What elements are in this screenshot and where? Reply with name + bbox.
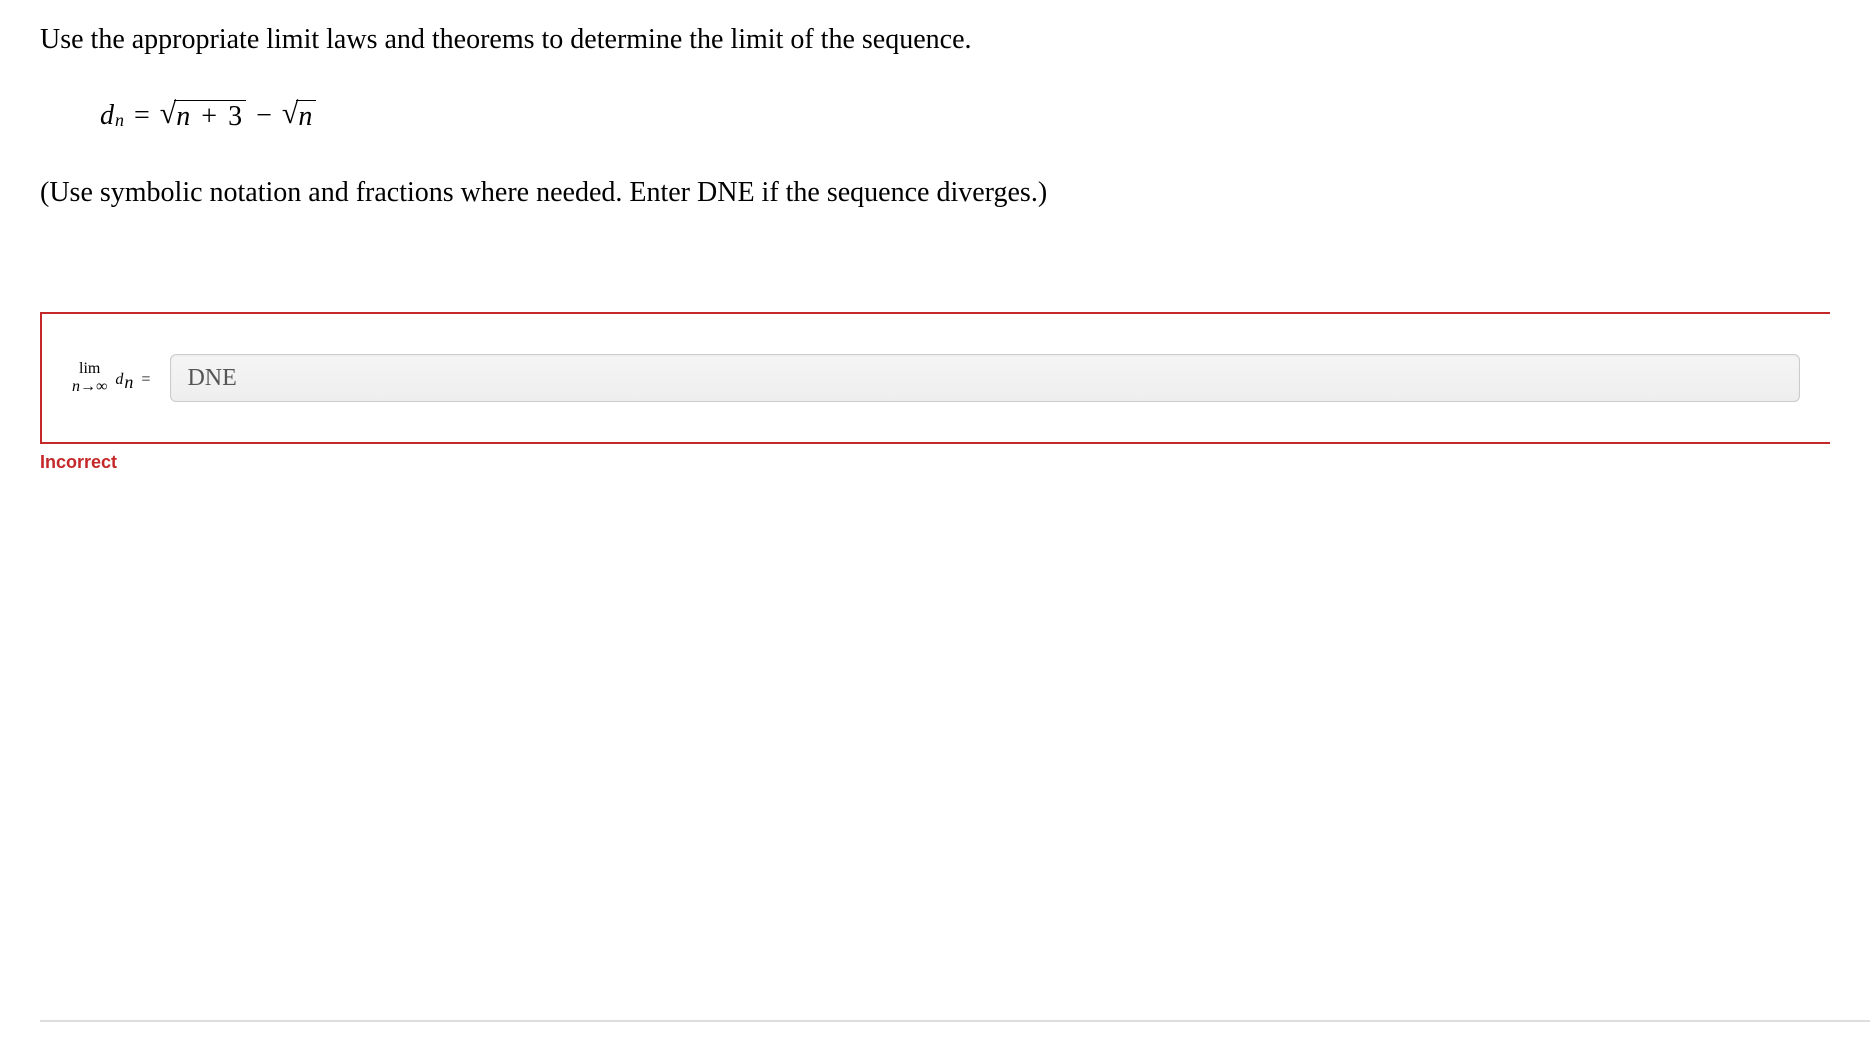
infinity-icon: ∞: [96, 378, 107, 395]
limit-target: dn =: [115, 368, 150, 389]
sqrt-term-2: √ n: [282, 99, 316, 133]
answer-input[interactable]: [170, 354, 1800, 402]
equation-display: dn = √ n + 3 − √ n: [100, 99, 1830, 133]
sqrt-2-content: n: [296, 100, 316, 133]
plus-sign: +: [201, 101, 217, 132]
minus-sign: −: [256, 100, 272, 132]
question-prompt: Use the appropriate limit laws and theor…: [40, 20, 1830, 59]
bottom-divider: [40, 1020, 1870, 1022]
limit-subscript: n→∞: [72, 379, 107, 395]
sqrt1-constant: 3: [228, 101, 242, 132]
answer-container: lim n→∞ dn =: [40, 312, 1830, 444]
limit-variable: d: [115, 371, 123, 389]
limit-expression: lim n→∞ dn =: [72, 361, 150, 395]
feedback-status: Incorrect: [40, 452, 1830, 473]
limit-variable-subscript: n: [124, 372, 133, 393]
limit-sub-variable: n: [72, 378, 80, 395]
sqrt2-variable: n: [298, 101, 312, 132]
equation-subscript: n: [115, 110, 124, 131]
sqrt-term-1: √ n + 3: [160, 99, 246, 133]
sqrt1-variable: n: [176, 101, 190, 132]
question-instruction: (Use symbolic notation and fractions whe…: [40, 173, 1830, 212]
limit-label: lim: [79, 361, 100, 377]
limit-operator: lim n→∞: [72, 361, 107, 395]
sqrt-1-content: n + 3: [174, 100, 246, 133]
equation-variable: d: [100, 100, 114, 132]
equals-sign: =: [134, 100, 150, 132]
limit-equals: =: [141, 371, 150, 389]
arrow-icon: →: [80, 378, 96, 395]
